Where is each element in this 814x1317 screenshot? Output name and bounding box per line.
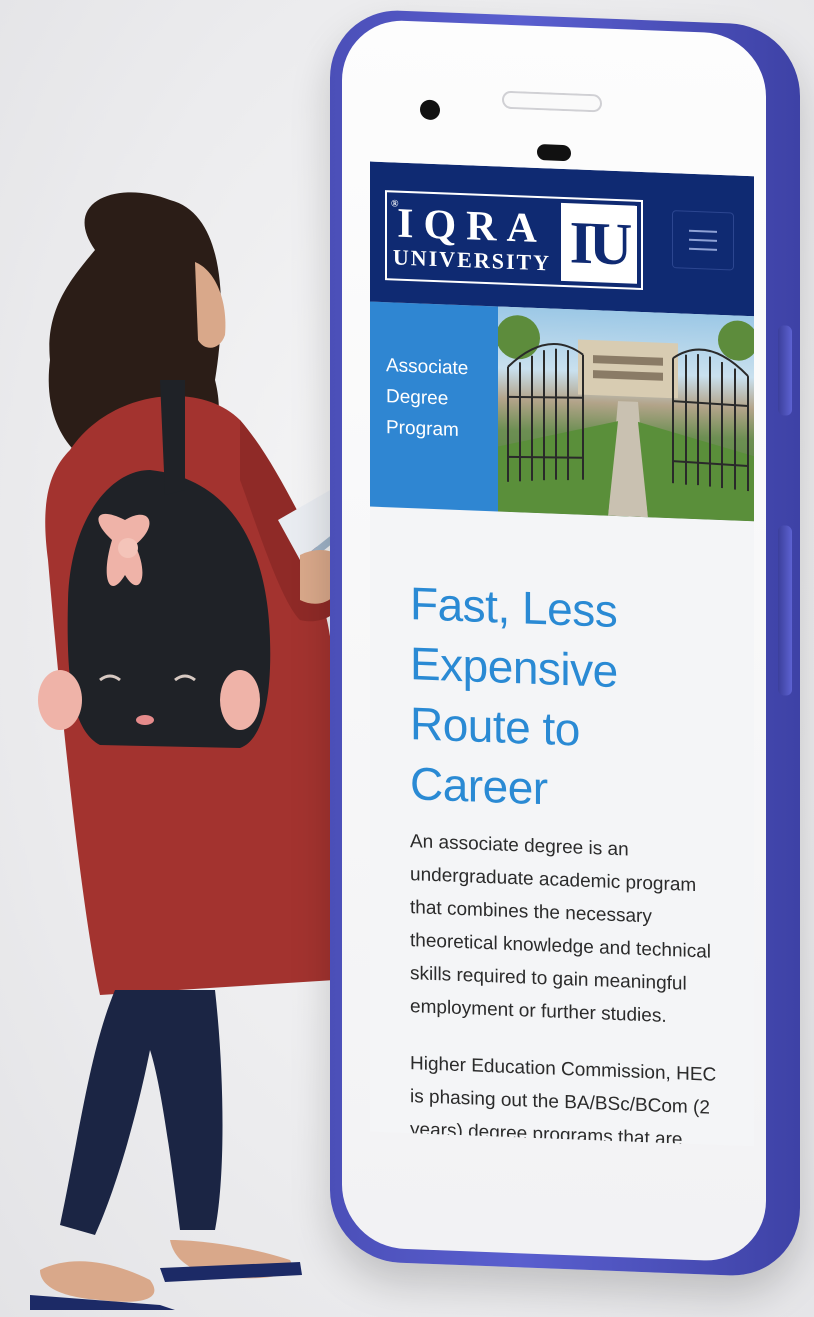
page-headline: Fast, Less Expensive Route to Career: [410, 577, 618, 815]
proximity-sensor: [537, 143, 571, 162]
logo-line-iqra: IQRA: [397, 200, 547, 253]
hec-paragraph: Higher Education Commission, HEC is phas…: [410, 1053, 717, 1147]
iqra-university-logo[interactable]: ® IQRA UNIVERSITY IU: [385, 190, 643, 291]
site-header: ® IQRA UNIVERSITY IU: [370, 161, 754, 317]
intro-paragraph: An associate degree is an undergraduate …: [410, 831, 712, 1027]
logo-wordmark: ® IQRA UNIVERSITY: [387, 192, 557, 285]
hamburger-icon: [689, 229, 717, 233]
front-camera-icon: [420, 99, 440, 121]
logo-iu-mark: IU: [561, 202, 637, 284]
university-gate-photo: [498, 306, 754, 522]
main-content: Fast, Less Expensive Route to Career An …: [370, 507, 754, 1147]
phone-screen: ® IQRA UNIVERSITY IU Associate Degree Pr…: [370, 161, 754, 1147]
smartphone: ® IQRA UNIVERSITY IU Associate Degree Pr…: [330, 8, 800, 1279]
logo-line-university: UNIVERSITY: [392, 244, 552, 276]
volume-button: [778, 325, 792, 416]
logo-registered-mark: ®: [391, 198, 399, 210]
hero-banner: Associate Degree Program: [370, 301, 754, 522]
hamburger-menu-button[interactable]: [672, 210, 734, 271]
earpiece-speaker: [502, 90, 602, 113]
hero-program-label: Associate Degree Program: [370, 301, 498, 512]
phone-front-panel: ® IQRA UNIVERSITY IU Associate Degree Pr…: [342, 18, 766, 1263]
power-button: [778, 525, 792, 696]
